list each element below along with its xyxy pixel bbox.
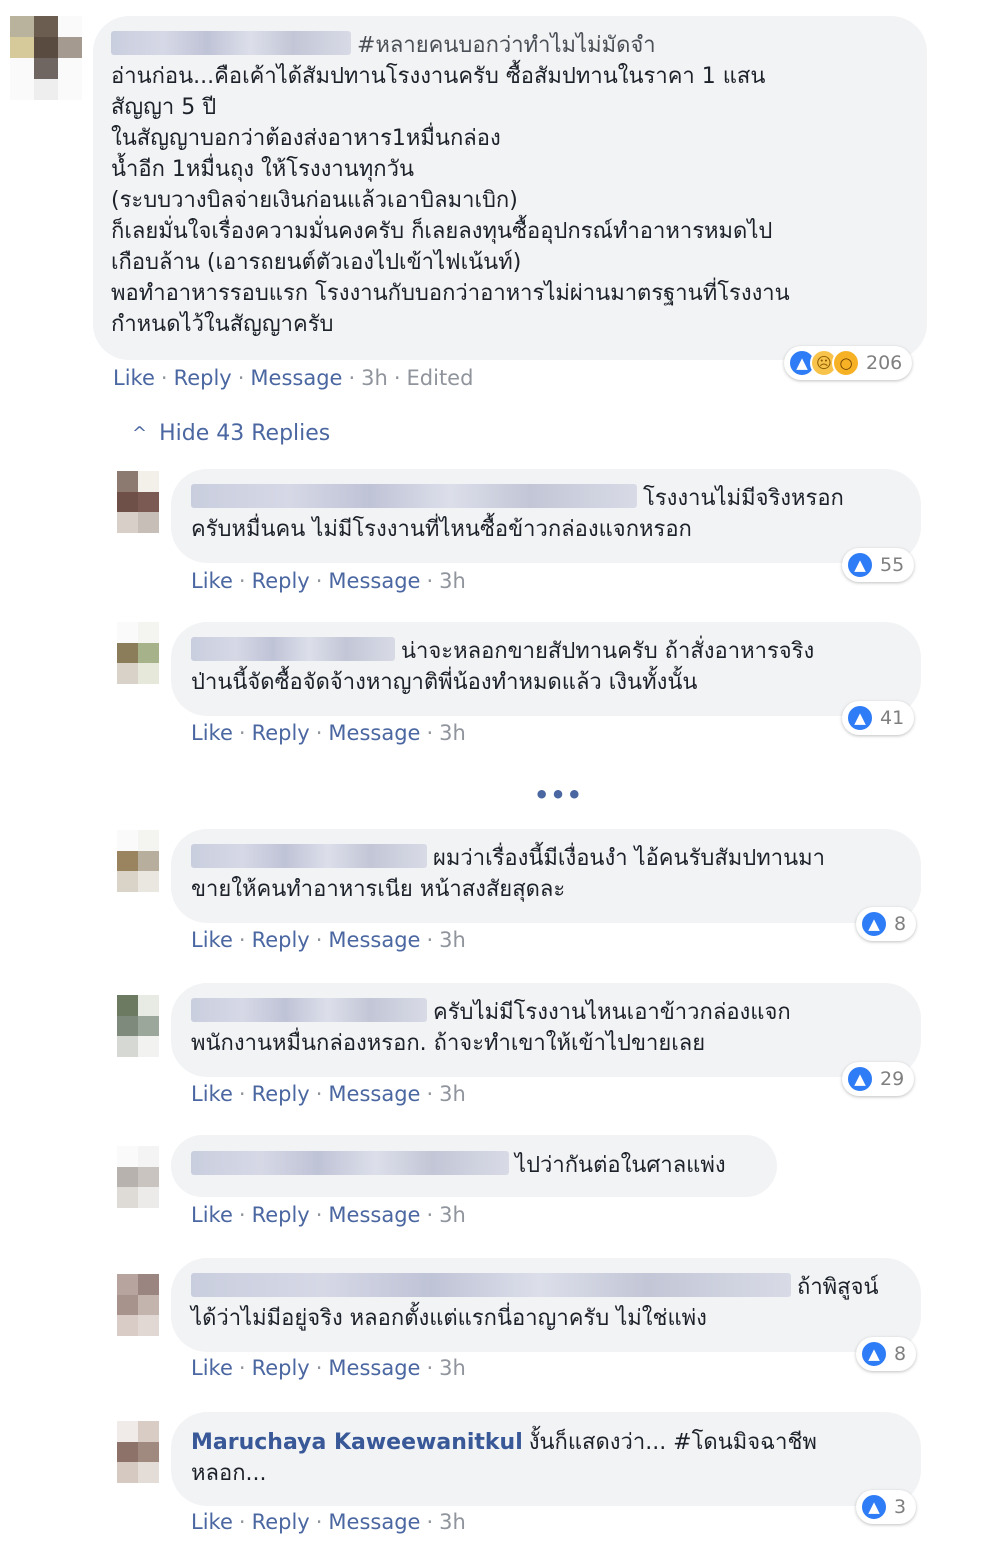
comment-actions: Like · Reply · Message · 3h · Edited xyxy=(113,366,474,390)
reply-text: ครับไม่มีโรงงานไหนเอาข้าวกล่องแจก พนักงา… xyxy=(191,998,791,1056)
reply-avatar[interactable] xyxy=(117,622,159,684)
reply-link[interactable]: Reply xyxy=(174,366,232,390)
reaction-summary[interactable]: ▲ ☹ ○ 206 xyxy=(784,346,913,380)
timestamp[interactable]: 3h xyxy=(439,1203,466,1227)
reply-actions: Like · Reply · Message · 3h xyxy=(191,721,466,745)
comment-line: กำหนดไว้ในสัญญาครับ xyxy=(111,312,334,337)
reaction-count: 206 xyxy=(866,352,903,374)
reply-reaction-count[interactable]: ▲ 55 xyxy=(842,548,915,582)
like-reaction-icon: ▲ xyxy=(846,1065,874,1093)
comment-line: พอทำอาหารรอบแรก โรงงานกับบอกว่าอาหารไม่ผ… xyxy=(111,281,790,306)
like-link[interactable]: Like xyxy=(191,928,233,952)
reply-link[interactable]: Reply xyxy=(252,1510,310,1534)
reply-actions: Like · Reply · Message · 3h xyxy=(191,1510,466,1534)
reply-avatar[interactable] xyxy=(117,471,159,533)
redacted-author-name[interactable] xyxy=(191,637,395,661)
reply-link[interactable]: Reply xyxy=(252,928,310,952)
redacted-author-name[interactable] xyxy=(191,484,637,508)
like-link[interactable]: Like xyxy=(191,1203,233,1227)
reply-reaction-count[interactable]: ▲ 8 xyxy=(856,907,917,941)
main-comment-text: #หลายคนบอกว่าทำไมไม่มัดจำ อ่านก่อน...คือ… xyxy=(111,30,911,340)
reply-reaction-count[interactable]: ▲ 41 xyxy=(842,701,915,735)
author-name-link[interactable]: Maruchaya Kaweewanitkul xyxy=(191,1430,523,1455)
wow-reaction-icon: ○ xyxy=(832,349,860,377)
redacted-author-name[interactable] xyxy=(191,1273,791,1297)
reply-text: ผมว่าเรื่องนี้มีเงื่อนงำ ไอ้คนรับสัมปทาน… xyxy=(191,844,825,902)
reply-reaction-count[interactable]: ▲ 8 xyxy=(856,1337,917,1371)
reply-actions: Like · Reply · Message · 3h xyxy=(191,928,466,952)
reply-link[interactable]: Reply xyxy=(252,1203,310,1227)
reply-reaction-count[interactable]: ▲ 29 xyxy=(842,1062,915,1096)
reply-avatar[interactable] xyxy=(117,830,159,892)
timestamp[interactable]: 3h xyxy=(439,928,466,952)
comment-line: ก็เลยมั่นใจเรื่องความมั่นคงครับ ก็เลยลงท… xyxy=(111,219,773,244)
reply-link[interactable]: Reply xyxy=(252,569,310,593)
reply-actions: Like · Reply · Message · 3h xyxy=(191,569,466,593)
comment-line: อ่านก่อน...คือเค้าได้สัมปทานโรงงานครับ ซ… xyxy=(111,64,766,89)
like-link[interactable]: Like xyxy=(191,1510,233,1534)
reply-avatar[interactable] xyxy=(117,1146,159,1208)
timestamp[interactable]: 3h xyxy=(439,721,466,745)
more-replies-indicator[interactable]: ••• xyxy=(534,781,583,809)
redacted-author-name[interactable] xyxy=(111,31,351,55)
commenter-avatar[interactable] xyxy=(10,16,82,100)
like-link[interactable]: Like xyxy=(191,1356,233,1380)
reply-text: ไปว่ากันต่อในศาลแพ่ง xyxy=(191,1150,771,1181)
reply-reaction-count[interactable]: ▲ 3 xyxy=(856,1490,917,1524)
message-link[interactable]: Message xyxy=(250,366,342,390)
redacted-author-name[interactable] xyxy=(191,844,427,868)
comment-line: (ระบบวางบิลจ่ายเงินก่อนแล้วเอาบิลมาเบิก) xyxy=(111,188,518,213)
like-link[interactable]: Like xyxy=(191,721,233,745)
reply-actions: Like · Reply · Message · 3h xyxy=(191,1203,466,1227)
chevron-up-icon: ^ xyxy=(132,423,148,444)
like-link[interactable]: Like xyxy=(191,569,233,593)
reply-text: น่าจะหลอกขายสัปทานครับ ถ้าสั่งอาหารจริง … xyxy=(191,637,815,695)
edited-label[interactable]: Edited xyxy=(407,366,474,390)
like-link[interactable]: Like xyxy=(191,1082,233,1106)
hide-replies-toggle[interactable]: ^ Hide 43 Replies xyxy=(132,421,330,446)
reply-actions: Like · Reply · Message · 3h xyxy=(191,1356,466,1380)
hashtag-link[interactable]: #หลายคนบอกว่าทำไมไม่มัดจำ xyxy=(357,33,656,58)
timestamp[interactable]: 3h xyxy=(361,366,388,390)
message-link[interactable]: Message xyxy=(328,928,420,952)
comment-line: เกือบล้าน (เอารถยนต์ตัวเองไปเข้าไฟเน้นท์… xyxy=(111,250,522,275)
reply-avatar[interactable] xyxy=(117,1421,159,1483)
timestamp[interactable]: 3h xyxy=(439,1356,466,1380)
like-reaction-icon: ▲ xyxy=(846,704,874,732)
like-reaction-icon: ▲ xyxy=(860,1340,888,1368)
redacted-author-name[interactable] xyxy=(191,998,427,1022)
reply-link[interactable]: Reply xyxy=(252,1082,310,1106)
like-reaction-icon: ▲ xyxy=(846,551,874,579)
timestamp[interactable]: 3h xyxy=(439,1510,466,1534)
reply-text: Maruchaya Kaweewanitkul งั้นก็แสดงว่า... … xyxy=(191,1430,817,1486)
reply-avatar[interactable] xyxy=(117,1274,159,1336)
message-link[interactable]: Message xyxy=(328,1203,420,1227)
comment-line: น้ำอีก 1หมื่นถุง ให้โรงงานทุกวัน xyxy=(111,157,414,182)
message-link[interactable]: Message xyxy=(328,569,420,593)
like-link[interactable]: Like xyxy=(113,366,155,390)
reply-text: ถ้าพิสูจน์ ได้ว่าไม่มีอยู่จริง หลอกตั้งแ… xyxy=(191,1273,879,1331)
reply-link[interactable]: Reply xyxy=(252,721,310,745)
message-link[interactable]: Message xyxy=(328,1510,420,1534)
redacted-author-name[interactable] xyxy=(191,1151,509,1175)
timestamp[interactable]: 3h xyxy=(439,569,466,593)
message-link[interactable]: Message xyxy=(328,1082,420,1106)
message-link[interactable]: Message xyxy=(328,1356,420,1380)
reply-text: โรงงานไม่มีจริงหรอก ครับหมื่นคน ไม่มีโรง… xyxy=(191,484,844,542)
like-reaction-icon: ▲ xyxy=(860,910,888,938)
timestamp[interactable]: 3h xyxy=(439,1082,466,1106)
reply-link[interactable]: Reply xyxy=(252,1356,310,1380)
reply-avatar[interactable] xyxy=(117,995,159,1057)
reply-actions: Like · Reply · Message · 3h xyxy=(191,1082,466,1106)
message-link[interactable]: Message xyxy=(328,721,420,745)
comment-line: สัญญา 5 ปี xyxy=(111,95,217,120)
comment-line: ในสัญญาบอกว่าต้องส่งอาหาร1หมื่นกล่อง xyxy=(111,126,501,151)
like-reaction-icon: ▲ xyxy=(860,1493,888,1521)
hide-replies-label: Hide 43 Replies xyxy=(159,421,331,446)
